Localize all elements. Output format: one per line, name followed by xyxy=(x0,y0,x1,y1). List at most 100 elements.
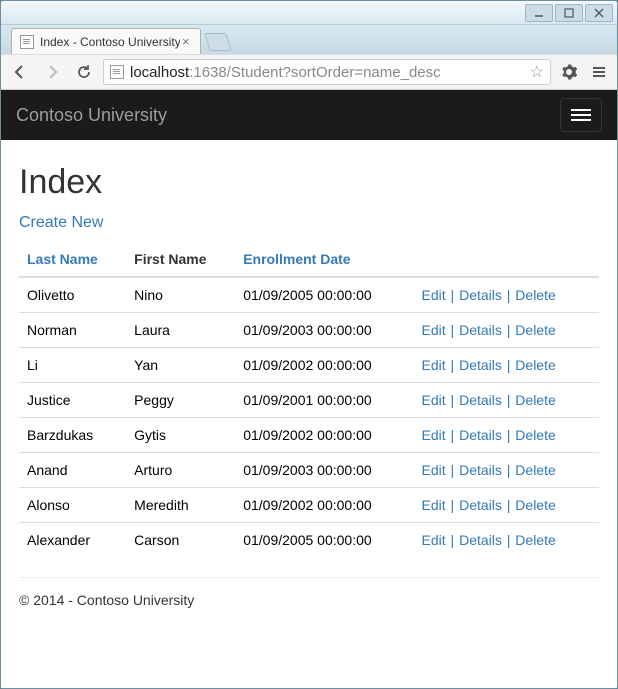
navbar-brand[interactable]: Contoso University xyxy=(16,105,167,126)
bookmark-star-icon[interactable]: ☆ xyxy=(530,62,544,82)
separator: | xyxy=(502,392,515,408)
cell-actions: Edit | Details | Delete xyxy=(414,313,599,348)
window-minimize-button[interactable] xyxy=(525,4,553,22)
browser-tabstrip: Index - Contoso University × xyxy=(1,25,617,54)
separator: | xyxy=(502,532,515,548)
address-bar[interactable]: localhost:1638/Student?sortOrder=name_de… xyxy=(103,59,551,85)
edit-link[interactable]: Edit xyxy=(422,497,446,513)
table-row: NormanLaura01/09/2003 00:00:00Edit | Det… xyxy=(19,313,599,348)
students-table: Last Name First Name Enrollment Date Oli… xyxy=(19,242,599,557)
edit-link[interactable]: Edit xyxy=(422,322,446,338)
sort-last-name-link[interactable]: Last Name xyxy=(27,251,98,267)
delete-link[interactable]: Delete xyxy=(515,532,555,548)
cell-first-name: Arturo xyxy=(126,453,235,488)
delete-link[interactable]: Delete xyxy=(515,427,555,443)
separator: | xyxy=(446,322,459,338)
cell-first-name: Meredith xyxy=(126,488,235,523)
cell-last-name: Alonso xyxy=(19,488,126,523)
cell-actions: Edit | Details | Delete xyxy=(414,348,599,383)
table-row: AlexanderCarson01/09/2005 00:00:00Edit |… xyxy=(19,523,599,558)
cell-enrollment-date: 01/09/2001 00:00:00 xyxy=(235,383,413,418)
footer-divider xyxy=(19,577,599,578)
edit-link[interactable]: Edit xyxy=(422,357,446,373)
table-row: OlivettoNino01/09/2005 00:00:00Edit | De… xyxy=(19,277,599,313)
page-icon xyxy=(110,65,124,79)
window-titlebar xyxy=(1,1,617,25)
cell-last-name: Barzdukas xyxy=(19,418,126,453)
details-link[interactable]: Details xyxy=(459,462,502,478)
separator: | xyxy=(502,357,515,373)
separator: | xyxy=(502,427,515,443)
url-port: :1638 xyxy=(189,64,227,81)
header-first-name: First Name xyxy=(126,242,235,277)
details-link[interactable]: Details xyxy=(459,392,502,408)
cell-enrollment-date: 01/09/2002 00:00:00 xyxy=(235,488,413,523)
separator: | xyxy=(502,462,515,478)
cell-first-name: Gytis xyxy=(126,418,235,453)
cell-last-name: Li xyxy=(19,348,126,383)
details-link[interactable]: Details xyxy=(459,322,502,338)
delete-link[interactable]: Delete xyxy=(515,357,555,373)
delete-link[interactable]: Delete xyxy=(515,462,555,478)
cell-enrollment-date: 01/09/2005 00:00:00 xyxy=(235,277,413,313)
edit-link[interactable]: Edit xyxy=(422,392,446,408)
cell-first-name: Nino xyxy=(126,277,235,313)
separator: | xyxy=(502,287,515,303)
separator: | xyxy=(446,427,459,443)
separator: | xyxy=(446,357,459,373)
separator: | xyxy=(502,322,515,338)
edit-link[interactable]: Edit xyxy=(422,427,446,443)
forward-button[interactable] xyxy=(39,63,65,81)
cell-actions: Edit | Details | Delete xyxy=(414,453,599,488)
cell-last-name: Norman xyxy=(19,313,126,348)
cell-actions: Edit | Details | Delete xyxy=(414,418,599,453)
cell-enrollment-date: 01/09/2003 00:00:00 xyxy=(235,313,413,348)
cell-first-name: Laura xyxy=(126,313,235,348)
browser-toolbar: localhost:1638/Student?sortOrder=name_de… xyxy=(1,54,617,90)
cell-last-name: Alexander xyxy=(19,523,126,558)
cell-enrollment-date: 01/09/2002 00:00:00 xyxy=(235,418,413,453)
details-link[interactable]: Details xyxy=(459,497,502,513)
delete-link[interactable]: Delete xyxy=(515,392,555,408)
details-link[interactable]: Details xyxy=(459,357,502,373)
separator: | xyxy=(446,392,459,408)
chrome-menu-icon[interactable] xyxy=(587,64,611,80)
cell-enrollment-date: 01/09/2003 00:00:00 xyxy=(235,453,413,488)
cell-first-name: Peggy xyxy=(126,383,235,418)
table-row: LiYan01/09/2002 00:00:00Edit | Details |… xyxy=(19,348,599,383)
page-title: Index xyxy=(19,163,599,202)
window-close-button[interactable] xyxy=(585,4,613,22)
browser-tab[interactable]: Index - Contoso University × xyxy=(11,28,201,54)
cell-enrollment-date: 01/09/2005 00:00:00 xyxy=(235,523,413,558)
table-header-row: Last Name First Name Enrollment Date xyxy=(19,242,599,277)
delete-link[interactable]: Delete xyxy=(515,287,555,303)
create-new-link[interactable]: Create New xyxy=(19,214,103,231)
table-row: BarzdukasGytis01/09/2002 00:00:00Edit | … xyxy=(19,418,599,453)
cell-last-name: Justice xyxy=(19,383,126,418)
tab-close-button[interactable]: × xyxy=(180,34,192,49)
cell-actions: Edit | Details | Delete xyxy=(414,488,599,523)
edit-link[interactable]: Edit xyxy=(422,462,446,478)
settings-gear-icon[interactable] xyxy=(557,63,581,81)
details-link[interactable]: Details xyxy=(459,287,502,303)
back-button[interactable] xyxy=(7,63,33,81)
separator: | xyxy=(502,497,515,513)
window-maximize-button[interactable] xyxy=(555,4,583,22)
page-container: Index Create New Last Name First Name En… xyxy=(1,140,617,623)
tab-title: Index - Contoso University xyxy=(40,35,180,49)
url-host: localhost xyxy=(130,64,189,81)
separator: | xyxy=(446,287,459,303)
navbar-toggle-button[interactable] xyxy=(560,98,602,132)
sort-enrollment-date-link[interactable]: Enrollment Date xyxy=(243,251,350,267)
details-link[interactable]: Details xyxy=(459,427,502,443)
edit-link[interactable]: Edit xyxy=(422,287,446,303)
reload-button[interactable] xyxy=(71,63,97,81)
edit-link[interactable]: Edit xyxy=(422,532,446,548)
delete-link[interactable]: Delete xyxy=(515,497,555,513)
delete-link[interactable]: Delete xyxy=(515,322,555,338)
table-row: AlonsoMeredith01/09/2002 00:00:00Edit | … xyxy=(19,488,599,523)
details-link[interactable]: Details xyxy=(459,532,502,548)
browser-window: Index - Contoso University × localhost:1… xyxy=(0,0,618,689)
new-tab-button[interactable] xyxy=(204,33,232,51)
url-path: /Student?sortOrder=name_desc xyxy=(227,64,441,81)
